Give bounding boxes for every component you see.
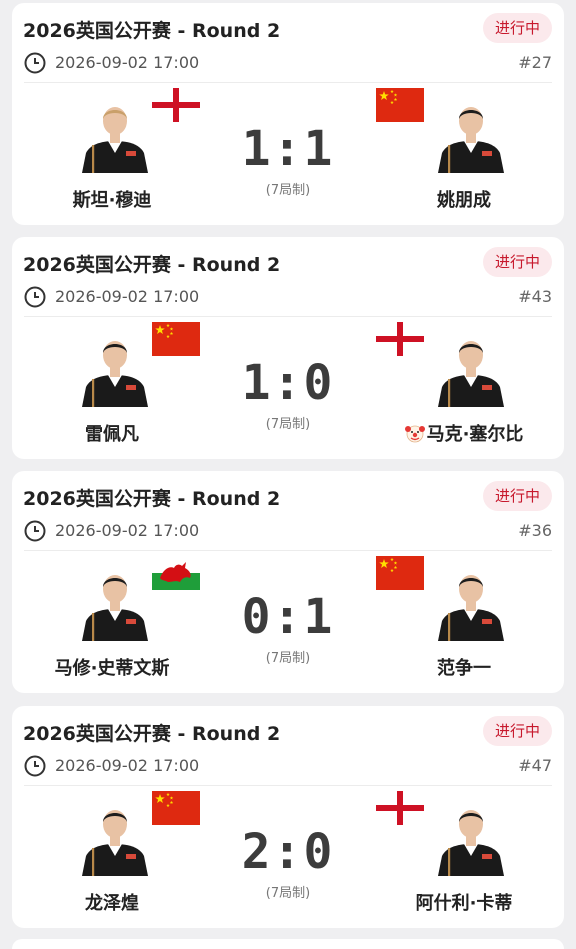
right-player-flag [376,322,424,356]
match-score: 0:1 [241,589,335,645]
left-player-name[interactable]: 斯坦·穆迪 [17,186,207,212]
left-player-photo[interactable] [76,329,154,407]
clock-icon [24,755,46,777]
match-format: (7局制) [265,886,311,901]
right-player-name[interactable]: 范争一 [369,654,559,680]
divider [24,82,552,83]
next-match-card[interactable] [12,939,564,949]
match-score: 1:0 [241,355,335,411]
left-player-flag [152,791,200,825]
right-player-photo[interactable] [432,329,510,407]
status-badge: 进行中 [482,716,552,746]
england-flag-icon [152,88,200,122]
player-avatar [438,810,504,876]
match-card[interactable]: 2026英国公开赛 - Round 2 进行中 2026-09-02 17:00… [12,237,564,459]
england-flag-icon [376,322,424,356]
player-avatar [82,107,148,173]
left-player-flag [152,88,200,122]
clock-icon [24,520,46,542]
match-format: (7局制) [265,651,311,666]
player-avatar [82,810,148,876]
clown-emoji-icon [404,423,425,443]
left-player-name[interactable]: 龙泽煌 [17,889,207,915]
wales-flag-icon [152,556,200,590]
left-player-name[interactable]: 马修·史蒂文斯 [17,654,207,680]
player-avatar [438,575,504,641]
player-avatar [438,341,504,407]
china-flag-icon [376,88,424,122]
player-avatar [82,341,148,407]
right-player-flag [376,88,424,122]
match-time: 2026-09-02 17:00 [55,756,200,775]
match-number: #43 [518,287,552,306]
left-player-photo[interactable] [76,95,154,173]
match-number: #27 [518,53,552,72]
match-card[interactable]: 2026英国公开赛 - Round 2 进行中 2026-09-02 17:00… [12,706,564,928]
divider [24,550,552,551]
left-player-photo[interactable] [76,563,154,641]
match-title: 2026英国公开赛 - Round 2 [23,20,281,42]
china-flag-icon [152,322,200,356]
player-avatar [82,575,148,641]
right-player-photo[interactable] [432,798,510,876]
status-badge: 进行中 [482,247,552,277]
match-score: 2:0 [241,824,335,880]
divider [24,316,552,317]
left-player-flag [152,556,200,590]
player-avatar [438,107,504,173]
match-list: 2026英国公开赛 - Round 2 进行中 2026-09-02 17:00… [0,0,576,949]
match-card[interactable]: 2026英国公开赛 - Round 2 进行中 2026-09-02 17:00… [12,3,564,225]
right-player-name[interactable]: 马克·塞尔比 [369,420,559,446]
match-format: (7局制) [265,417,311,432]
left-player-name[interactable]: 雷佩凡 [17,420,207,446]
clock-icon [24,286,46,308]
right-player-name[interactable]: 姚朋成 [369,186,559,212]
status-badge: 进行中 [482,13,552,43]
england-flag-icon [376,791,424,825]
right-player-flag [376,556,424,590]
divider [24,785,552,786]
clock-icon [24,52,46,74]
status-badge: 进行中 [482,481,552,511]
left-player-photo[interactable] [76,798,154,876]
right-player-flag [376,791,424,825]
right-player-photo[interactable] [432,95,510,173]
match-number: #36 [518,521,552,540]
china-flag-icon [152,791,200,825]
match-time: 2026-09-02 17:00 [55,521,200,540]
match-time: 2026-09-02 17:00 [55,53,200,72]
left-player-flag [152,322,200,356]
match-time: 2026-09-02 17:00 [55,287,200,306]
match-title: 2026英国公开赛 - Round 2 [23,723,281,745]
match-format: (7局制) [265,183,311,198]
right-player-name[interactable]: 阿什利·卡蒂 [369,889,559,915]
match-title: 2026英国公开赛 - Round 2 [23,254,281,276]
right-player-photo[interactable] [432,563,510,641]
china-flag-icon [376,556,424,590]
match-number: #47 [518,756,552,775]
match-score: 1:1 [241,121,335,177]
match-title: 2026英国公开赛 - Round 2 [23,488,281,510]
match-card[interactable]: 2026英国公开赛 - Round 2 进行中 2026-09-02 17:00… [12,471,564,693]
